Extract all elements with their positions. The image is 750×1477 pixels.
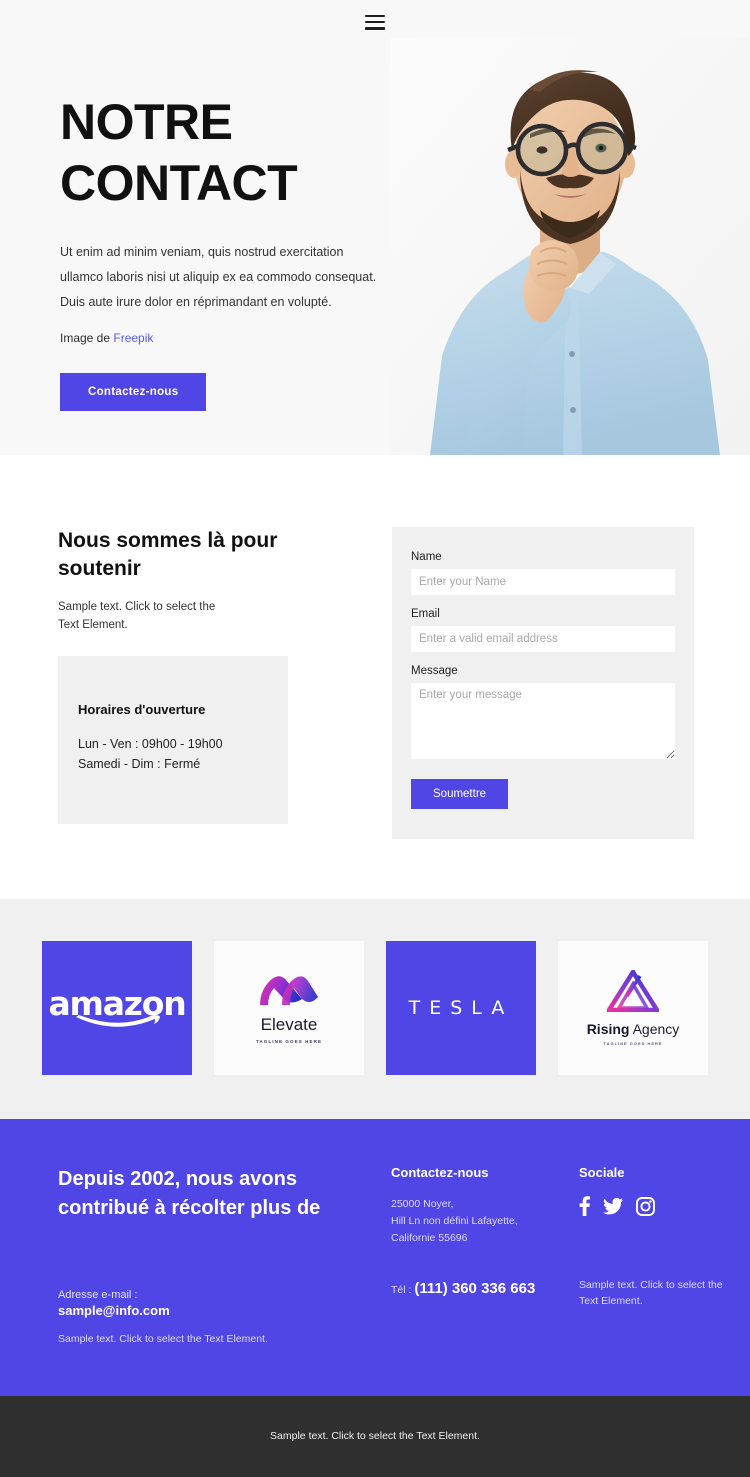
footer-address-line-3: Californie 55696: [391, 1232, 468, 1244]
image-credit-prefix: Image de: [60, 331, 114, 345]
elevate-wordmark: Elevate: [260, 1014, 318, 1034]
hamburger-bar: [365, 27, 385, 30]
submit-button[interactable]: Soumettre: [411, 779, 509, 809]
footer-contact-title: Contactez-nous: [391, 1165, 489, 1180]
footer-telephone: Tél : (111) 360 336 663: [391, 1275, 561, 1304]
hero-title-line-1: NOTRE: [60, 94, 233, 150]
rising-agency-tagline: TAGLINE GOES HERE: [603, 1041, 663, 1046]
logos-row: amazon Elevate TAGLINE GOES HERE TESLA R…: [0, 941, 750, 1075]
rising-agency-mark-icon: [607, 970, 659, 1012]
hero-title-line-2: CONTACT: [60, 155, 298, 211]
hamburger-bar: [365, 20, 385, 24]
instagram-icon[interactable]: [636, 1196, 655, 1216]
footer-column-contact: Contactez-nous 25000 Noyer, Hill Ln non …: [391, 1165, 561, 1348]
hero-photo: [390, 38, 750, 455]
top-navigation: [0, 0, 750, 44]
page-title: NOTRE CONTACT: [60, 92, 400, 214]
rising-light: Agency: [629, 1021, 680, 1037]
footer-social-title: Sociale: [579, 1165, 625, 1180]
social-links: [579, 1196, 744, 1216]
message-textarea[interactable]: [411, 683, 675, 759]
hero-section: NOTRE CONTACT Ut enim ad minim veniam, q…: [0, 0, 750, 455]
footer: Depuis 2002, nous avons contribué à réco…: [0, 1119, 750, 1396]
bottom-bar: Sample text. Click to select the Text El…: [0, 1395, 750, 1477]
message-field-label: Message: [411, 665, 458, 677]
opening-hours-weekday: Lun - Ven : 09h00 - 19h00: [78, 737, 223, 752]
support-section: Nous sommes là pour soutenir Sample text…: [0, 455, 750, 899]
rising-bold: Rising: [586, 1021, 630, 1037]
tesla-wordmark: TESLA: [408, 997, 514, 1019]
opening-hours-card: Horaires d'ouverture Lun - Ven : 09h00 -…: [58, 656, 288, 825]
opening-hours-weekend: Samedi - Dim : Fermé: [78, 756, 201, 771]
email-input[interactable]: [411, 626, 675, 652]
footer-email-value[interactable]: sample@info.com: [58, 1303, 358, 1318]
logo-card-rising-agency[interactable]: Rising Agency TAGLINE GOES HERE: [558, 941, 708, 1075]
logo-card-elevate[interactable]: Elevate TAGLINE GOES HERE: [214, 941, 364, 1075]
bottom-bar-text: Sample text. Click to select the Text El…: [270, 1430, 480, 1443]
logo-card-amazon[interactable]: amazon: [42, 941, 192, 1075]
opening-hours-title: Horaires d'ouverture: [78, 702, 206, 718]
logo-card-tesla[interactable]: TESLA: [386, 941, 536, 1075]
footer-email-label: Adresse e-mail :: [58, 1289, 138, 1301]
elevate-tagline: TAGLINE GOES HERE: [255, 1038, 323, 1044]
footer-address: 25000 Noyer, Hill Ln non défini Lafayett…: [391, 1196, 561, 1247]
elevate-mark-icon: [260, 975, 318, 1005]
footer-social-note: Sample text. Click to select the Text El…: [579, 1279, 723, 1307]
support-left-column: Nous sommes là pour soutenir Sample text…: [58, 527, 348, 825]
twitter-icon[interactable]: [603, 1197, 623, 1215]
support-subtitle: Sample text. Click to select the Text El…: [58, 600, 216, 632]
footer-about-note: Sample text. Click to select the Text El…: [58, 1333, 268, 1345]
footer-address-line-2: Hill Ln non défini Lafayette,: [391, 1215, 518, 1227]
name-input[interactable]: [411, 569, 675, 595]
footer-heading: Depuis 2002, nous avons contribué à réco…: [58, 1168, 321, 1219]
footer-tel-label: Tél :: [391, 1284, 415, 1296]
hero-paragraph: Ut enim ad minim veniam, quis nostrud ex…: [60, 245, 377, 309]
freepik-link[interactable]: Freepik: [113, 331, 153, 345]
amazon-smile-icon: [76, 1014, 160, 1027]
footer-column-about: Depuis 2002, nous avons contribué à réco…: [58, 1165, 358, 1348]
contact-form: Name Email Message Soumettre: [392, 527, 694, 839]
rising-agency-wordmark: Rising Agency: [587, 1021, 680, 1037]
hamburger-menu-icon[interactable]: [365, 14, 385, 30]
footer-column-social: Sociale Sample text. Click to select the…: [579, 1165, 744, 1348]
image-credit: Image de Freepik: [60, 331, 400, 345]
hamburger-bar: [365, 14, 385, 17]
footer-address-line-1: 25000 Noyer,: [391, 1198, 454, 1210]
support-title: Nous sommes là pour soutenir: [58, 529, 278, 581]
name-field-label: Name: [411, 551, 442, 563]
footer-tel-value[interactable]: (111) 360 336 663: [414, 1280, 535, 1297]
facebook-icon[interactable]: [579, 1196, 590, 1216]
hero-content: NOTRE CONTACT Ut enim ad minim veniam, q…: [0, 0, 400, 411]
email-field-label: Email: [411, 608, 440, 620]
clients-logos-section: amazon Elevate TAGLINE GOES HERE TESLA R…: [0, 899, 750, 1119]
contact-us-button[interactable]: Contactez-nous: [60, 373, 207, 411]
